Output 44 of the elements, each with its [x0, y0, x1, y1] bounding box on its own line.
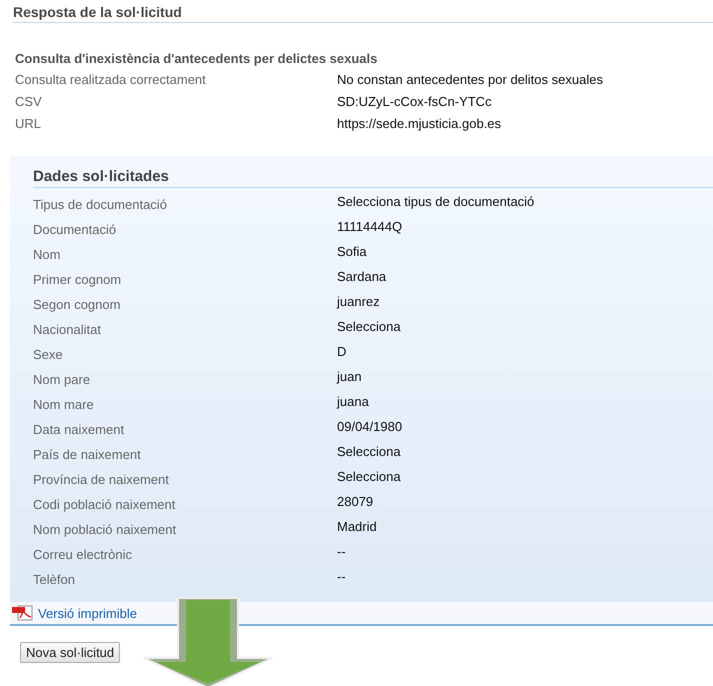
field-label: Tipus de documentació — [33, 196, 168, 213]
field-value: SD:UZyL-cCox-fsCn-YTCc — [337, 94, 493, 110]
field-label: Nom mare — [33, 396, 95, 413]
field-label: Nom població naixement — [33, 521, 178, 538]
field-value: https://sede.mjusticia.gob.es — [337, 116, 502, 132]
field-value: juana — [337, 394, 370, 411]
field-label: Província de naixement — [33, 471, 170, 488]
field-value: No constan antecedentes por delitos sexuales — [337, 72, 604, 88]
field-label: País de naixement — [33, 446, 142, 463]
field-label: CSV — [15, 94, 43, 110]
field-label: Correu electrònic — [33, 546, 133, 563]
field-label: Sexe — [33, 346, 64, 363]
panel-heading: Dades sol·licitades — [33, 168, 713, 188]
field-value: Selecciona — [337, 319, 402, 336]
field-label: Nom pare — [33, 371, 92, 388]
new-request-button[interactable]: Nova sol·licitud — [20, 642, 120, 663]
field-value: Sardana — [337, 269, 388, 286]
field-label: Nom — [33, 246, 62, 263]
down-arrow-icon — [142, 596, 274, 686]
field-label: Nacionalitat — [33, 321, 102, 338]
field-value: 28079 — [337, 494, 374, 511]
field-label: Data naixement — [33, 421, 126, 438]
field-label: Codi població naixement — [33, 496, 176, 513]
field-label: Segon cognom — [33, 296, 122, 313]
field-value: -- — [337, 569, 347, 586]
field-value: 11114444Q — [337, 219, 404, 236]
field-value: Madrid — [337, 519, 378, 536]
field-value: Selecciona — [337, 469, 402, 486]
field-value: D — [337, 344, 348, 361]
page-title: Resposta de la sol·licitud — [13, 0, 713, 23]
field-value: juan — [337, 369, 363, 386]
field-value: Selecciona tipus de documentació — [337, 194, 536, 211]
field-label: Telèfon — [33, 571, 76, 588]
field-value: Sofia — [337, 244, 368, 261]
printable-version-link[interactable]: Versió imprimible — [38, 606, 137, 620]
field-value: Selecciona — [337, 444, 402, 461]
field-value: -- — [337, 544, 347, 561]
field-value: juanrez — [337, 294, 381, 311]
field-label: Documentació — [33, 221, 118, 238]
field-label: Primer cognom — [33, 271, 122, 288]
section-heading: Consulta d'inexistència d'antecedents per delictes sexuals — [15, 51, 378, 66]
field-value: 09/04/1980 — [337, 419, 404, 436]
field-label: URL — [15, 116, 42, 132]
field-label: Consulta realitzada correctament — [15, 72, 207, 88]
